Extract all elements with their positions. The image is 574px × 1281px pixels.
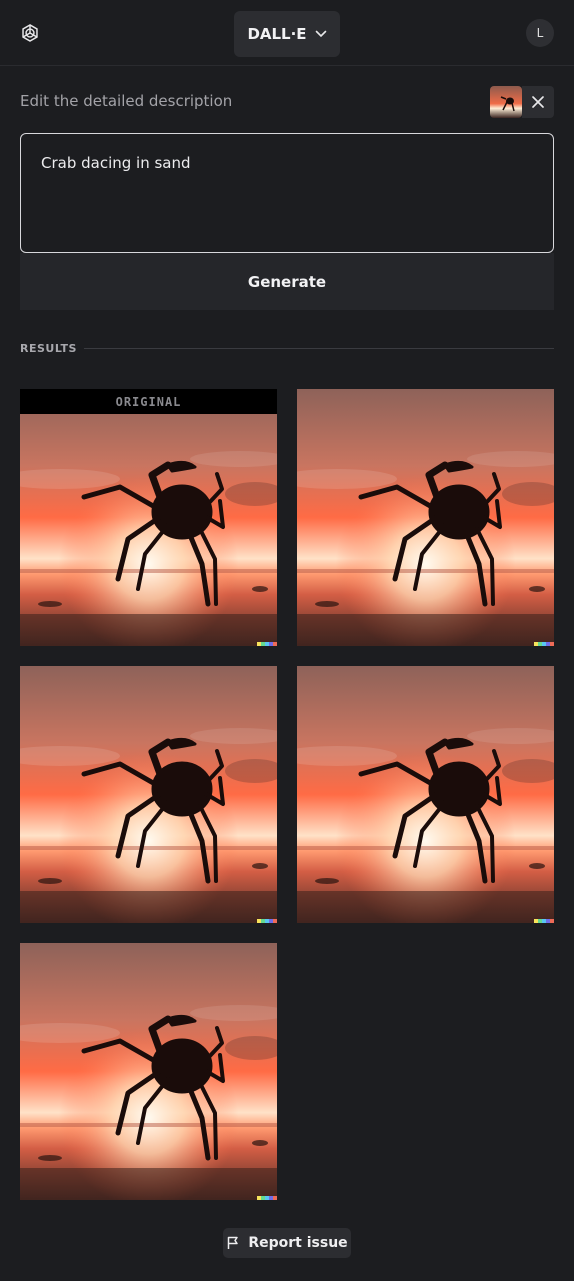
flag-icon <box>228 1236 239 1249</box>
model-label: DALL·E <box>247 25 307 43</box>
report-issue-button[interactable]: Report issue <box>223 1228 351 1258</box>
report-issue-label: Report issue <box>248 1235 348 1251</box>
result-image-variation-4[interactable] <box>20 943 277 1200</box>
result-image-original[interactable]: ORIGINAL <box>20 389 277 646</box>
crab-sunset-image <box>297 666 554 923</box>
close-icon <box>532 96 544 108</box>
close-edit-button[interactable] <box>522 86 554 118</box>
edit-description-label: Edit the detailed description <box>20 92 233 110</box>
dalle-signature <box>257 1196 277 1200</box>
original-label: ORIGINAL <box>20 389 277 414</box>
result-image-variation-1[interactable] <box>297 389 554 646</box>
top-bar: DALL·E L <box>0 0 574 66</box>
dalle-signature <box>257 642 277 646</box>
openai-logo-icon[interactable] <box>19 22 41 44</box>
result-image-variation-2[interactable] <box>20 666 277 923</box>
dalle-signature <box>534 642 554 646</box>
user-avatar[interactable]: L <box>526 19 554 47</box>
results-divider <box>84 348 554 349</box>
result-image-variation-3[interactable] <box>297 666 554 923</box>
chevron-down-icon <box>315 30 326 38</box>
thumbnail-image <box>490 86 522 118</box>
crab-sunset-image <box>297 389 554 646</box>
dalle-signature <box>534 919 554 923</box>
crab-sunset-image <box>20 943 277 1200</box>
source-image-thumbnail[interactable] <box>490 86 522 118</box>
crab-sunset-image <box>20 666 277 923</box>
model-selector-button[interactable]: DALL·E <box>234 11 340 57</box>
generate-button[interactable]: Generate <box>20 253 554 310</box>
results-heading: RESULTS <box>20 342 77 355</box>
dalle-signature <box>257 919 277 923</box>
crab-sunset-image <box>20 389 277 646</box>
prompt-textarea[interactable]: Crab dacing in sand <box>20 133 554 253</box>
